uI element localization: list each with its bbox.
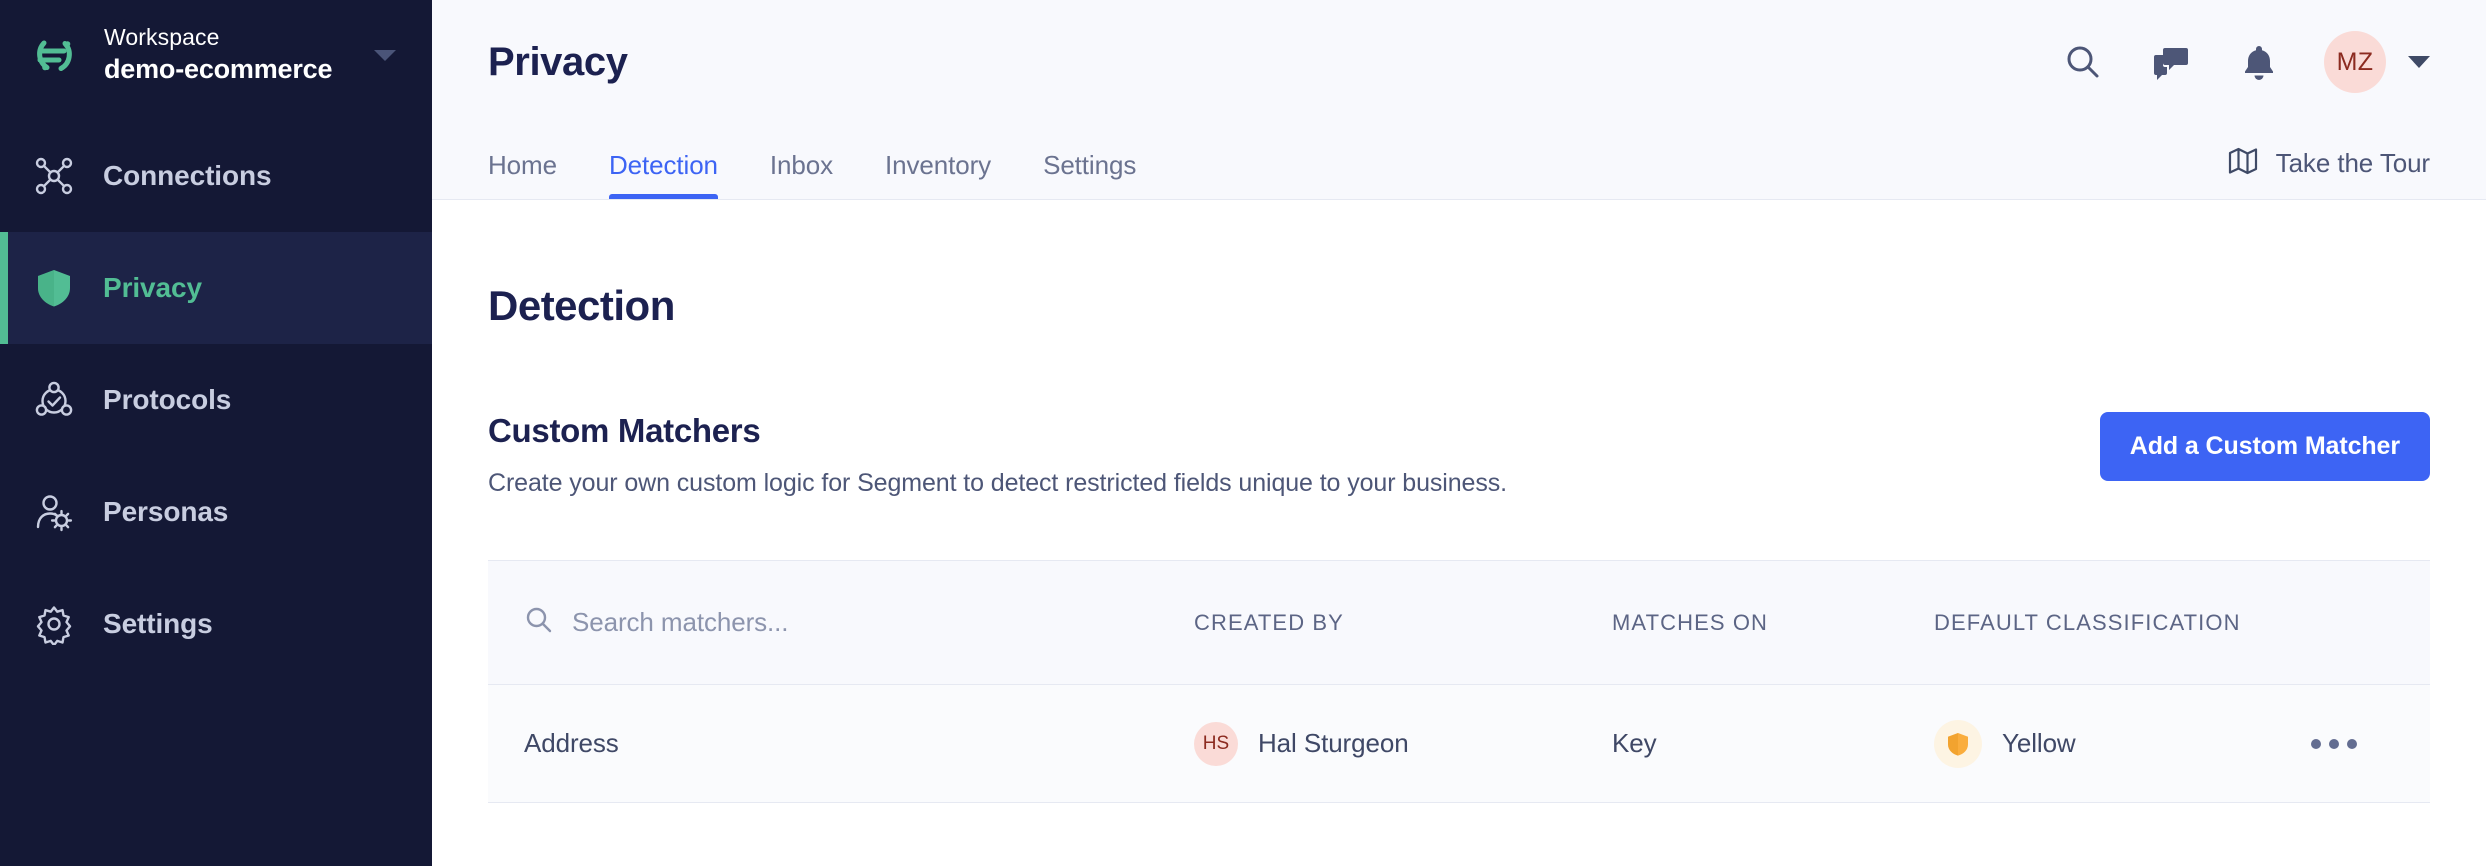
take-the-tour-button[interactable]: Take the Tour	[2228, 146, 2430, 199]
search-icon[interactable]	[2060, 39, 2106, 85]
tab-label: Inbox	[770, 150, 833, 180]
tab-settings[interactable]: Settings	[1017, 150, 1162, 199]
cell-matcher-name: Address	[524, 728, 1194, 759]
gear-icon	[31, 601, 77, 647]
avatar: MZ	[2324, 31, 2386, 93]
table-row[interactable]: Address HS Hal Sturgeon Key	[488, 685, 2430, 803]
cell-matches-on: Key	[1612, 728, 1934, 759]
sidebar-item-privacy[interactable]: Privacy	[0, 232, 432, 344]
created-by-name: Hal Sturgeon	[1258, 728, 1409, 759]
chevron-down-icon[interactable]	[2408, 56, 2430, 68]
tab-label: Inventory	[885, 150, 991, 180]
workspace-name: demo-ecommerce	[104, 54, 332, 86]
workspace-switcher[interactable]: Workspace demo-ecommerce	[0, 0, 432, 108]
tab-label: Detection	[609, 150, 718, 180]
personas-icon	[31, 489, 77, 535]
tab-list: Home Detection Inbox Inventory Settings	[488, 150, 1162, 199]
bell-icon[interactable]	[2236, 39, 2282, 85]
connections-icon	[31, 153, 77, 199]
sidebar-nav: Connections Privacy	[0, 120, 432, 680]
kebab-icon[interactable]	[2311, 739, 2357, 749]
detection-heading: Detection	[488, 282, 2430, 330]
sidebar-item-connections[interactable]: Connections	[0, 120, 432, 232]
custom-matchers-description: Create your own custom logic for Segment…	[488, 469, 1507, 498]
sidebar-item-label: Connections	[103, 160, 271, 192]
sidebar: Workspace demo-ecommerce Connecti	[0, 0, 432, 866]
tab-label: Settings	[1043, 150, 1136, 180]
status-badge	[1934, 720, 1982, 768]
tab-label: Home	[488, 150, 557, 180]
workspace-label: Workspace	[104, 24, 332, 51]
tab-home[interactable]: Home	[488, 150, 583, 199]
table-header-row: CREATED BY MATCHES ON DEFAULT CLASSIFICA…	[488, 561, 2430, 685]
chat-icon[interactable]	[2148, 39, 2194, 85]
custom-matchers-title: Custom Matchers	[488, 412, 1507, 450]
search-icon	[524, 605, 554, 640]
content-area: Detection Custom Matchers Create your ow…	[432, 200, 2486, 866]
shield-icon	[31, 265, 77, 311]
cell-created-by: HS Hal Sturgeon	[1194, 722, 1612, 766]
take-the-tour-label: Take the Tour	[2276, 148, 2430, 179]
row-actions[interactable]	[2274, 739, 2394, 749]
column-header-default-classification: DEFAULT CLASSIFICATION	[1934, 610, 2274, 636]
tab-inbox[interactable]: Inbox	[744, 150, 859, 199]
top-bar-actions: MZ	[2060, 31, 2430, 93]
page-title: Privacy	[488, 40, 628, 85]
user-menu[interactable]: MZ	[2324, 31, 2430, 93]
sidebar-item-label: Settings	[103, 608, 213, 640]
tab-bar: Home Detection Inbox Inventory Settings	[432, 124, 2486, 200]
sidebar-item-settings[interactable]: Settings	[0, 568, 432, 680]
column-header-created-by: CREATED BY	[1194, 610, 1612, 636]
protocols-icon	[31, 377, 77, 423]
segment-logo-icon	[30, 29, 82, 81]
sidebar-item-label: Privacy	[103, 272, 202, 304]
tab-inventory[interactable]: Inventory	[859, 150, 1017, 199]
top-bar: Privacy	[432, 0, 2486, 124]
sidebar-item-label: Personas	[103, 496, 228, 528]
sidebar-item-label: Protocols	[103, 384, 231, 416]
avatar: HS	[1194, 722, 1238, 766]
custom-matchers-header: Custom Matchers Create your own custom l…	[488, 412, 2430, 498]
sidebar-item-personas[interactable]: Personas	[0, 456, 432, 568]
chevron-down-icon[interactable]	[374, 50, 396, 61]
app-root: Workspace demo-ecommerce Connecti	[0, 0, 2486, 866]
main-area: Privacy	[432, 0, 2486, 866]
search-input[interactable]	[572, 607, 1132, 638]
matchers-table: CREATED BY MATCHES ON DEFAULT CLASSIFICA…	[488, 560, 2430, 803]
search-matchers-field[interactable]	[524, 605, 1194, 640]
map-icon	[2228, 146, 2258, 181]
tab-detection[interactable]: Detection	[583, 150, 744, 199]
classification-label: Yellow	[2002, 728, 2076, 759]
sidebar-item-protocols[interactable]: Protocols	[0, 344, 432, 456]
add-custom-matcher-button[interactable]: Add a Custom Matcher	[2100, 412, 2430, 481]
column-header-matches-on: MATCHES ON	[1612, 610, 1934, 636]
cell-default-classification: Yellow	[1934, 720, 2274, 768]
